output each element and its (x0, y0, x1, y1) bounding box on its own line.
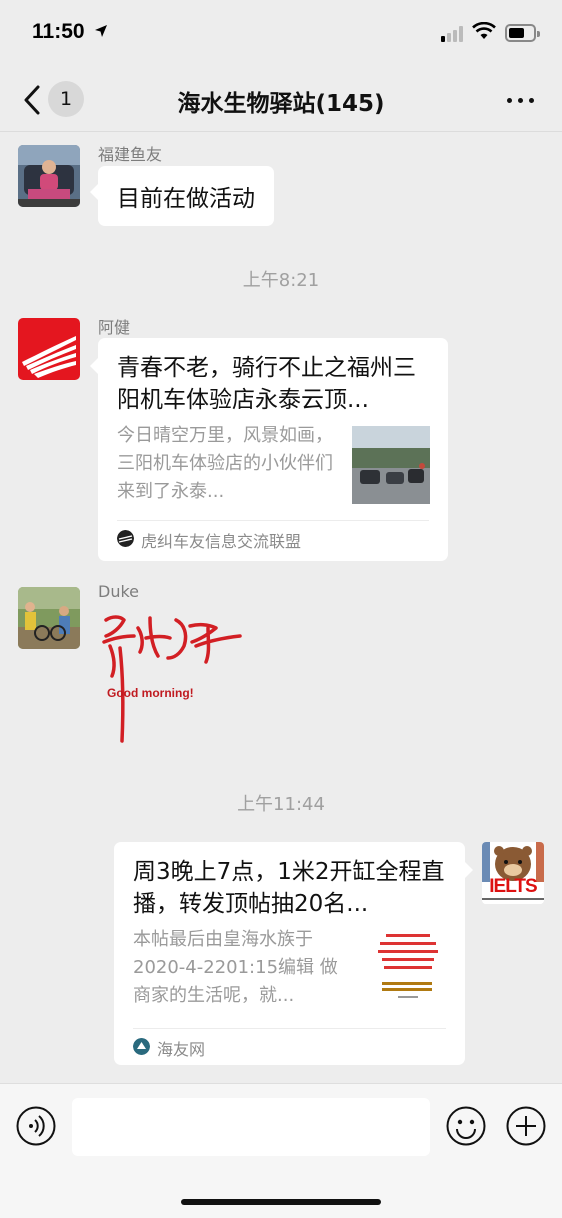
sender-name: 福建鱼友 (98, 145, 163, 164)
avatar-duke[interactable] (18, 587, 80, 649)
wifi-icon (472, 22, 496, 39)
message-input[interactable] (72, 1098, 430, 1156)
link-card[interactable]: 青春不老，骑行不止之福州三阳机车体验店永泰云顶... 今日晴空万里，风景如画，三… (90, 338, 448, 561)
card-source: 海友网 (157, 1040, 206, 1059)
sender-name: 阿健 (98, 318, 131, 337)
card-description: 本帖最后由皇海水族于2020-4-2201:15编辑 做商家的生活呢，就... (133, 929, 338, 1006)
status-time: 11:50 (32, 20, 85, 43)
source-logo-icon (117, 530, 134, 547)
sender-name: Duke (98, 582, 139, 601)
plus-circle-icon[interactable] (506, 1106, 546, 1146)
emoji-icon[interactable] (446, 1106, 486, 1146)
sticker-good-morning[interactable]: Good morning! (98, 606, 248, 748)
avatar-ajian[interactable] (18, 318, 80, 380)
chevron-left-icon[interactable] (22, 84, 42, 116)
input-bar (0, 1083, 562, 1218)
chat-header: 海水生物驿站(145) 1 (0, 68, 562, 132)
card-thumbnail (352, 426, 430, 504)
more-dots-icon[interactable] (507, 98, 534, 103)
card-thumbnail (368, 930, 446, 1008)
cellular-signal-icon (441, 25, 463, 42)
status-bar: 11:50 (0, 0, 562, 68)
battery-icon (505, 24, 540, 42)
chat-title: 海水生物驿站(145) (177, 91, 385, 117)
avatar-ielts-text: IELTS (489, 876, 537, 897)
card-divider (117, 520, 429, 521)
sticker-calligraphy (102, 615, 242, 743)
home-indicator (181, 1199, 381, 1205)
message-bubble[interactable]: 目前在做活动 (90, 166, 274, 226)
link-card-self[interactable]: 周3晚上7点，1米2开缸全程直播，转发顶帖抽20名... 本帖最后由皇海水族于2… (114, 842, 473, 1065)
avatar-fujian-yuyou[interactable] (18, 145, 80, 207)
unread-badge[interactable]: 1 (48, 81, 84, 117)
sticker-caption: Good morning! (107, 686, 194, 700)
timestamp: 上午8:21 (242, 270, 320, 291)
card-divider (133, 1028, 446, 1029)
voice-icon[interactable] (16, 1106, 56, 1146)
avatar-self[interactable]: IELTS (482, 842, 544, 904)
card-description: 今日晴空万里，风景如画，三阳机车体验店的小伙伴们来到了永泰... (117, 425, 333, 502)
card-title: 周3晚上7点，1米2开缸全程直播，转发顶帖抽20名... (133, 859, 445, 917)
card-title: 青春不老，骑行不止之福州三阳机车体验店永泰云顶... (117, 355, 416, 413)
card-source: 虎纠车友信息交流联盟 (141, 532, 302, 551)
source-logo-icon (133, 1038, 150, 1055)
timestamp: 上午11:44 (237, 794, 325, 815)
location-arrow-icon (95, 25, 107, 37)
